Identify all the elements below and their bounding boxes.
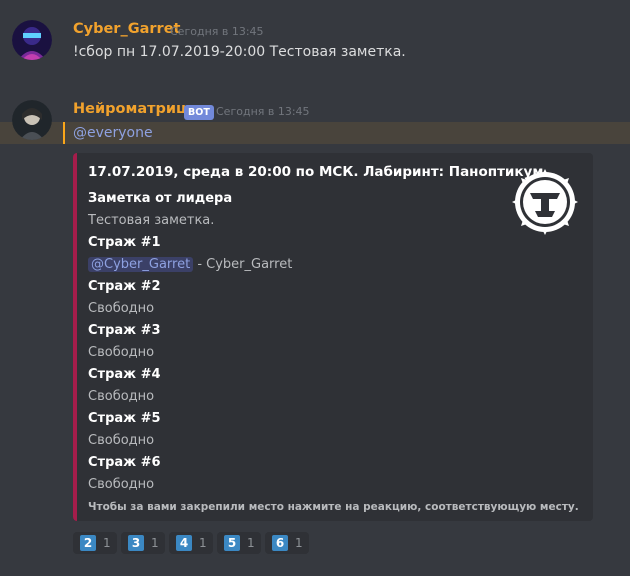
embed-thumbnail-emblem-icon[interactable] [510, 167, 580, 237]
keycap-3-icon: 3 [128, 535, 144, 551]
reaction-count: 1 [295, 536, 303, 550]
message-1: Cyber_Garret Сегодня в 13:45 !сбор пн 17… [0, 0, 630, 90]
reaction-6[interactable]: 6 1 [265, 532, 309, 554]
embed-field-name: Страж #4 [88, 367, 161, 382]
embed-field-value: Свободно [88, 477, 155, 492]
embed-field-value: Свободно [88, 389, 155, 404]
keycap-2-icon: 2 [80, 535, 96, 551]
embed: 17.07.2019, среда в 20:00 по МСК. Лабири… [73, 153, 593, 521]
everyone-mention[interactable]: @everyone [73, 125, 153, 141]
bot-badge: BOT [184, 105, 214, 120]
embed-field-name: Страж #3 [88, 323, 161, 338]
reaction-4[interactable]: 4 1 [169, 532, 213, 554]
embed-field-value: Свободно [88, 433, 155, 448]
embed-field-name: Заметка от лидера [88, 191, 233, 206]
reaction-count: 1 [103, 536, 111, 550]
mention-highlight-edge [63, 122, 65, 144]
reaction-3[interactable]: 3 1 [121, 532, 165, 554]
reaction-5[interactable]: 5 1 [217, 532, 261, 554]
reaction-2[interactable]: 2 1 [73, 532, 117, 554]
reaction-count: 1 [247, 536, 255, 550]
embed-footer: Чтобы за вами закрепили место нажмите на… [88, 501, 579, 513]
embed-stripe [73, 153, 77, 521]
embed-field-value: @Cyber_Garret - Cyber_Garret [88, 257, 292, 272]
avatar-neuromatrix[interactable] [12, 100, 52, 140]
username[interactable]: Нейроматрица [73, 101, 197, 117]
embed-field-value: Свободно [88, 345, 155, 360]
embed-title: 17.07.2019, среда в 20:00 по МСК. Лабири… [88, 164, 544, 180]
keycap-5-icon: 5 [224, 535, 240, 551]
timestamp: Сегодня в 13:45 [216, 105, 310, 118]
embed-field-name: Страж #6 [88, 455, 161, 470]
embed-field-name: Страж #1 [88, 235, 161, 250]
reaction-count: 1 [151, 536, 159, 550]
message-text: !сбор пн 17.07.2019-20:00 Тестовая замет… [73, 44, 406, 60]
embed-field-value-text: - Cyber_Garret [193, 257, 293, 272]
timestamp: Сегодня в 13:45 [170, 25, 264, 38]
keycap-4-icon: 4 [176, 535, 192, 551]
username[interactable]: Cyber_Garret [73, 21, 180, 37]
embed-field-name: Страж #5 [88, 411, 161, 426]
embed-field-value: Тестовая заметка. [88, 213, 215, 228]
keycap-6-icon: 6 [272, 535, 288, 551]
avatar-cyber-garret[interactable] [12, 20, 52, 60]
embed-field-name: Страж #2 [88, 279, 161, 294]
embed-field-value: Свободно [88, 301, 155, 316]
user-mention[interactable]: @Cyber_Garret [88, 257, 194, 272]
reaction-count: 1 [199, 536, 207, 550]
